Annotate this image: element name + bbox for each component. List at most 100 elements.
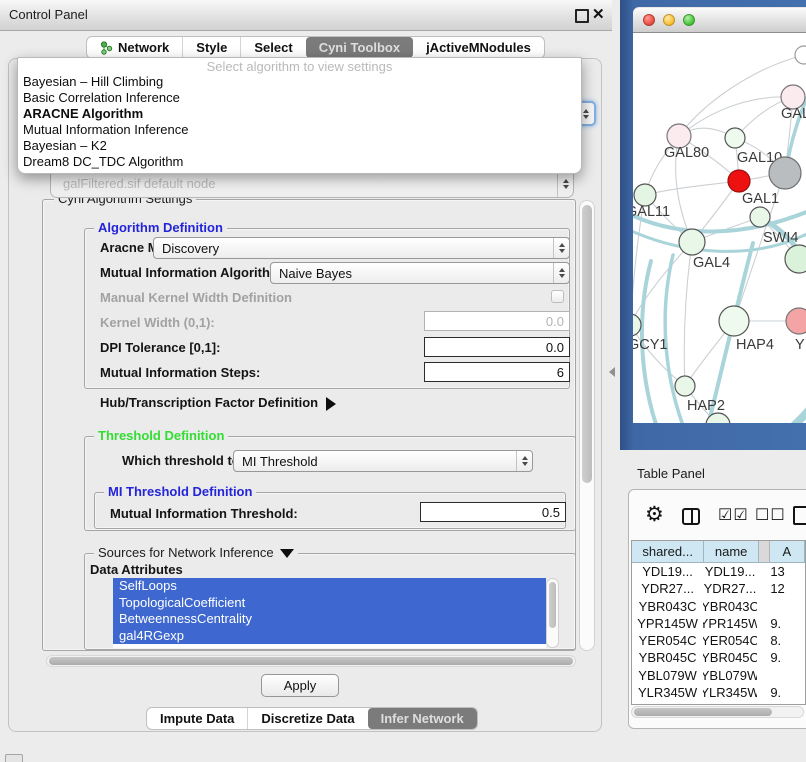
network-node-gal4[interactable]: [679, 229, 705, 255]
table-cell: YLR345W: [632, 684, 703, 701]
chevron-down-icon: [280, 549, 294, 558]
algorithm-menu-item[interactable]: Dream8 DC_TDC Algorithm: [18, 154, 581, 170]
network-node-y[interactable]: [786, 308, 806, 334]
network-edge[interactable]: [684, 242, 692, 386]
settings-horizontal-scrollbar[interactable]: [46, 655, 576, 667]
network-node-gal1[interactable]: [728, 170, 750, 192]
algorithm-dropdown-prompt: Select algorithm to view settings: [18, 59, 581, 74]
file-icon[interactable]: [793, 506, 806, 525]
data-attribute-item[interactable]: gal4RGexp: [113, 628, 546, 645]
table-row[interactable]: YDL19...YDL19...13: [632, 563, 805, 580]
algorithm-menu-item[interactable]: Mutual Information Inference: [18, 122, 581, 138]
network-node-gal10[interactable]: [725, 128, 745, 148]
network-node-hap2[interactable]: [675, 376, 695, 396]
data-attribute-item[interactable]: TopologicalCoefficient: [113, 595, 546, 612]
float-window-icon[interactable]: [575, 9, 589, 23]
tab-label: Style: [196, 40, 227, 55]
hub-definition-toggle[interactable]: Hub/Transcription Factor Definition: [100, 395, 336, 411]
algorithm-dropdown-menu: Select algorithm to view settings Bayesi…: [17, 57, 582, 174]
network-graph[interactable]: GALGAL80GAL10GAL1GAL11SWI4GAL4GCY1HAP4YH…: [633, 33, 806, 423]
table-row[interactable]: YDR27...YDR27...12: [632, 580, 805, 597]
table-horizontal-scrollbar-thumb[interactable]: [634, 708, 772, 716]
gear-icon[interactable]: ⚙: [645, 505, 664, 525]
bottom-tab-label: Impute Data: [160, 711, 234, 726]
attributes-scrollbar-thumb[interactable]: [549, 582, 556, 628]
close-traffic-light-icon[interactable]: [643, 14, 655, 26]
table-cell: YBR045C: [703, 649, 757, 666]
network-node-label: GCY1: [633, 337, 668, 353]
attributes-scrollbar[interactable]: [546, 578, 559, 648]
zoom-traffic-light-icon[interactable]: [683, 14, 695, 26]
settings-vertical-scrollbar[interactable]: [579, 200, 595, 651]
network-node-gal11[interactable]: [634, 184, 656, 206]
settings-vertical-scrollbar-thumb[interactable]: [582, 205, 592, 483]
collapsed-panel-icon[interactable]: [5, 754, 23, 762]
table-cell: 9: [767, 701, 805, 705]
mi-steps-field[interactable]: 6: [424, 362, 570, 382]
mi-type-combo[interactable]: Naive Bayes: [270, 262, 570, 284]
network-node-hap4[interactable]: [719, 306, 749, 336]
network-edge-highlighted[interactable]: [768, 403, 806, 423]
network-node-swi4[interactable]: [750, 207, 770, 227]
table-row[interactable]: YBR045CYBR045C9.: [632, 649, 805, 666]
columns-icon[interactable]: [682, 508, 700, 525]
select-all-icon[interactable]: ☑☑: [718, 507, 749, 525]
tab-select[interactable]: Select: [240, 37, 305, 58]
tab-cyni-toolbox[interactable]: Cyni Toolbox: [306, 37, 413, 58]
minimize-traffic-light-icon[interactable]: [663, 14, 675, 26]
bottom-tab-discretize-data[interactable]: Discretize Data: [247, 708, 367, 729]
apply-button[interactable]: Apply: [261, 674, 339, 697]
network-node-gcy1[interactable]: [633, 314, 641, 336]
bottom-tab-label: Discretize Data: [261, 711, 354, 726]
network-node[interactable]: [795, 46, 806, 64]
table-cell: YBR043C: [703, 598, 757, 615]
close-icon[interactable]: ✕: [592, 4, 605, 26]
tab-jactivemnodules[interactable]: jActiveMNodules: [413, 37, 544, 58]
settings-horizontal-scrollbar-thumb[interactable]: [49, 657, 573, 665]
algorithm-menu-item[interactable]: Bayesian – K2: [18, 138, 581, 154]
algorithm-menu-item[interactable]: Basic Correlation Inference: [18, 90, 581, 106]
which-threshold-combo[interactable]: MI Threshold: [233, 450, 533, 472]
bottom-tab-impute-data[interactable]: Impute Data: [147, 708, 247, 729]
control-panel-titlebar: Control Panel ✕: [0, 0, 612, 31]
deselect-all-icon[interactable]: ☐☐: [755, 507, 786, 525]
network-edge[interactable]: [645, 181, 739, 195]
table-row[interactable]: YBL079WYBL079W: [632, 667, 805, 684]
algorithm-menu-item[interactable]: Bayesian – Hill Climbing: [18, 74, 581, 90]
data-attribute-item[interactable]: BetweennessCentrality: [113, 611, 546, 628]
network-canvas[interactable]: GALGAL80GAL10GAL1GAL11SWI4GAL4GCY1HAP4YH…: [633, 33, 806, 423]
table-horizontal-scrollbar[interactable]: [631, 706, 804, 718]
table-cell: [757, 580, 767, 597]
column-header[interactable]: shared...: [632, 541, 704, 563]
sources-group-title[interactable]: Sources for Network Inference: [94, 546, 298, 560]
column-header[interactable]: A: [770, 541, 805, 563]
table-row[interactable]: YER054CYER054C8.: [632, 632, 805, 649]
tab-network[interactable]: Network: [87, 37, 182, 58]
panel-collapse-handle[interactable]: [609, 367, 615, 377]
table-row[interactable]: YBR043CYBR043C: [632, 598, 805, 615]
node-table[interactable]: shared...name A YDL19...YDL19...13YDR27..…: [631, 540, 806, 705]
table-row[interactable]: YLR345WYLR345W9.: [632, 684, 805, 701]
table-cell: [757, 632, 767, 649]
control-panel-tabbar: Network Style Select Cyni Toolbox jActiveMNo…: [86, 36, 545, 59]
table-row[interactable]: YPR145WYPR145W9.: [632, 615, 805, 632]
column-header[interactable]: name: [704, 541, 759, 563]
network-window-titlebar[interactable]: [633, 7, 806, 33]
manual-kernel-label: Manual Kernel Width Definition: [100, 290, 292, 305]
network-node-label: HAP4: [736, 337, 774, 353]
network-node[interactable]: [785, 245, 806, 273]
algorithm-menu-item[interactable]: ARACNE Algorithm: [18, 106, 581, 122]
tab-style[interactable]: Style: [182, 37, 240, 58]
mi-threshold-field[interactable]: 0.5: [420, 502, 566, 522]
table-row[interactable]: YIL052CYIL052C9: [632, 701, 805, 705]
dpi-tolerance-field[interactable]: 0.0: [424, 337, 570, 357]
kernel-width-field[interactable]: 0.0: [424, 311, 570, 331]
network-node-label: HAP2: [687, 398, 725, 414]
data-attribute-item[interactable]: SelfLoops: [113, 578, 546, 595]
tab-label: Cyni Toolbox: [319, 40, 400, 55]
aracne-mode-combo[interactable]: Discovery: [153, 237, 570, 259]
bottom-tab-infer-network[interactable]: Infer Network: [368, 708, 477, 729]
network-node[interactable]: [769, 157, 801, 189]
table-cell: [757, 615, 767, 632]
manual-kernel-checkbox[interactable]: [551, 290, 564, 303]
